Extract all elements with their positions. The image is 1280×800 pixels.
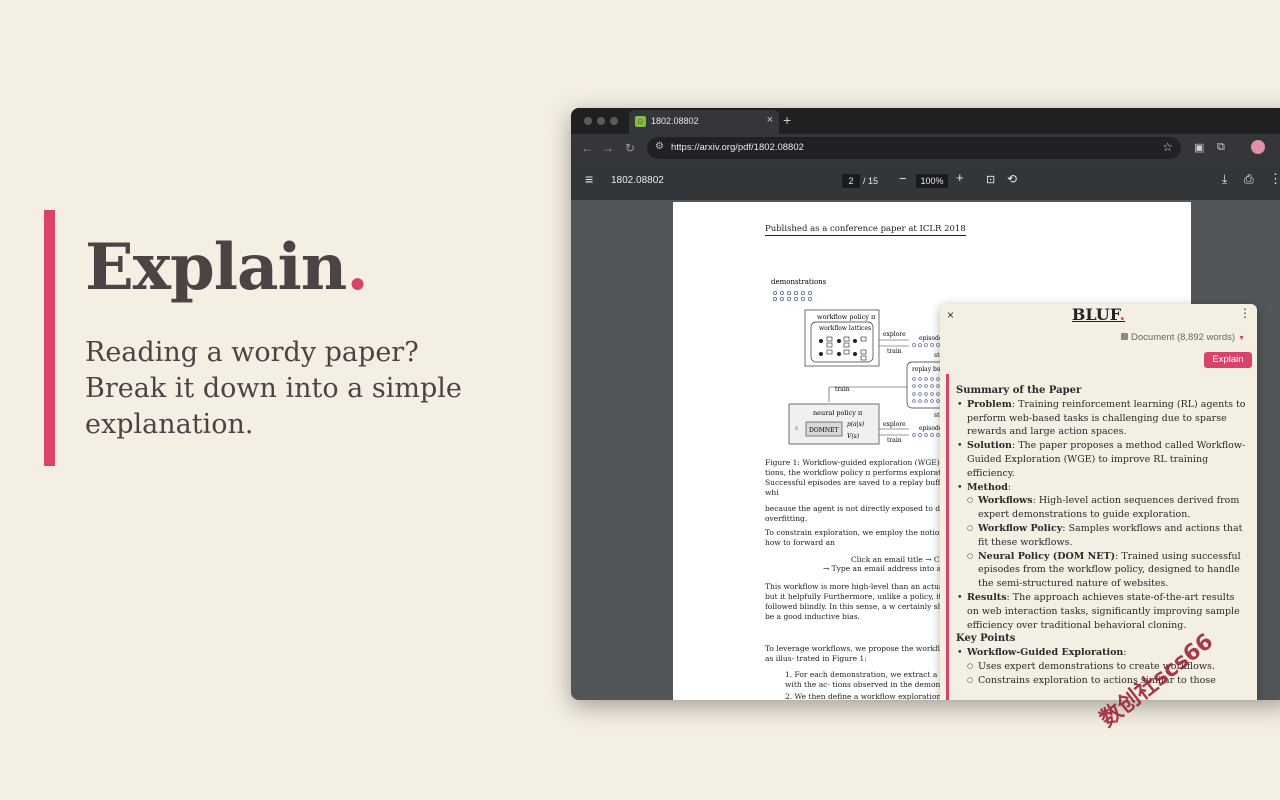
panel-more-icon[interactable]: ⋮ xyxy=(1239,306,1251,320)
reload-icon[interactable]: ↻ xyxy=(625,141,635,155)
document-selector[interactable]: Document (8,892 words)▼ xyxy=(1121,332,1245,343)
summary-heading: Summary of the Paper xyxy=(956,384,1246,398)
zoom-input[interactable]: 100% xyxy=(916,174,948,188)
document-selector-label: Document (8,892 words) xyxy=(1131,332,1235,343)
fig-label-explore-2: explore xyxy=(883,421,906,428)
list-item: Uses expert demonstrations to create wor… xyxy=(978,660,1246,674)
download-icon[interactable]: ⤓ xyxy=(1222,172,1227,187)
forward-icon[interactable]: → xyxy=(602,141,614,155)
fig-label-workflow-lattices: workflow lattices xyxy=(819,325,871,332)
zoom-out-icon[interactable]: − xyxy=(899,171,907,186)
list-item: Workflow Policy: Samples workflows and a… xyxy=(978,522,1246,550)
fig-label-demonstrations: demonstrations xyxy=(771,278,827,286)
document-icon xyxy=(1121,333,1128,340)
extensions-puzzle-icon[interactable]: ⧉ xyxy=(1217,141,1225,154)
more-options-icon[interactable]: ⋮ xyxy=(1269,171,1280,187)
fig-label-pas: p(a|s) xyxy=(847,421,865,428)
favicon-icon: ☺ xyxy=(635,116,646,127)
list-item: Method: Workflows: High-level action seq… xyxy=(967,481,1246,591)
bookmark-star-icon[interactable]: ☆ xyxy=(1162,140,1173,154)
address-bar[interactable]: ⚙ https://arxiv.org/pdf/1802.08802 ☆ xyxy=(647,137,1181,159)
back-icon[interactable]: ← xyxy=(581,141,593,155)
rotate-icon[interactable]: ⟲ xyxy=(1007,172,1017,186)
browser-tab[interactable]: ☺ 1802.08802 × xyxy=(629,110,779,134)
figure-caption: Figure 1: Workflow-guided exploration (W… xyxy=(765,458,965,498)
hero-title: Explain. xyxy=(85,228,368,308)
pdf-viewer[interactable]: Published as a conference paper at ICLR … xyxy=(571,200,1280,700)
list-item: Workflows: High-level action sequences d… xyxy=(978,494,1246,522)
list-item: Problem: Training reinforcement learning… xyxy=(967,398,1246,439)
sidebar-menu-icon[interactable]: ≡ xyxy=(585,171,593,187)
fig-label-workflow-policy: workflow policy π xyxy=(817,313,876,321)
profile-avatar[interactable] xyxy=(1251,140,1265,154)
explain-button[interactable]: Explain xyxy=(1204,352,1252,368)
fig-label-explore-1: explore xyxy=(883,331,906,338)
fig-label-domnet: DOMNET xyxy=(809,427,839,434)
pdf-doc-title: 1802.08802 xyxy=(611,175,664,186)
window-minimize-dot[interactable] xyxy=(597,117,605,125)
close-tab-icon[interactable]: × xyxy=(767,114,773,126)
list-item: Solution: The paper proposes a method ca… xyxy=(967,439,1246,480)
accent-bar xyxy=(44,210,55,466)
fit-page-icon[interactable]: ⊡ xyxy=(986,173,995,186)
equation-line-2: → Type an email address into a tex xyxy=(823,564,955,573)
tab-strip: ☺ 1802.08802 × + xyxy=(571,108,1280,134)
page-total: / 15 xyxy=(863,176,878,186)
site-info-icon[interactable]: ⚙ xyxy=(655,141,664,152)
page-header: Published as a conference paper at ICLR … xyxy=(765,224,966,236)
list-item: Results: The approach achieves state-of-… xyxy=(967,591,1246,632)
list-item: Neural Policy (DOM NET): Trained using s… xyxy=(978,550,1246,591)
fig-label-neural-policy: neural policy π xyxy=(813,409,863,417)
fig-label-train-1: train xyxy=(887,348,902,355)
new-tab-icon[interactable]: + xyxy=(783,112,791,128)
nav-bar: ← → ↻ ⚙ https://arxiv.org/pdf/1802.08802… xyxy=(571,134,1280,162)
fig-label-s: s xyxy=(795,425,798,432)
fig-label-train-3: train xyxy=(887,437,902,444)
window-zoom-dot[interactable] xyxy=(610,117,618,125)
bluf-extension-icon[interactable]: ▣ xyxy=(1194,141,1204,154)
tab-title: 1802.08802 xyxy=(651,116,699,126)
window-close-dot[interactable] xyxy=(584,117,592,125)
panel-brand: BLUF. xyxy=(940,305,1257,324)
title-dot: . xyxy=(346,230,367,305)
browser-window: ☺ 1802.08802 × + ← → ↻ ⚙ https://arxiv.o… xyxy=(571,108,1280,700)
page-number-input[interactable]: 2 xyxy=(842,174,860,188)
fig-label-vs: V(s) xyxy=(847,433,860,440)
equation-line-1: Click an email title → Clic xyxy=(851,555,949,564)
brand-dot: . xyxy=(1120,305,1126,324)
hero-subtitle: Reading a wordy paper? Break it down int… xyxy=(85,335,465,443)
zoom-in-icon[interactable]: + xyxy=(956,170,964,185)
url-text: https://arxiv.org/pdf/1802.08802 xyxy=(671,142,804,153)
list-item: Constrains exploration to actions simila… xyxy=(978,674,1246,688)
caret-down-icon: ▼ xyxy=(1238,335,1245,342)
pdf-toolbar: ≡ 1802.08802 2 / 15 − 100% + ⊡ ⟲ ⤓ ⎙ ⋮ xyxy=(571,162,1280,200)
print-icon[interactable]: ⎙ xyxy=(1244,172,1254,187)
